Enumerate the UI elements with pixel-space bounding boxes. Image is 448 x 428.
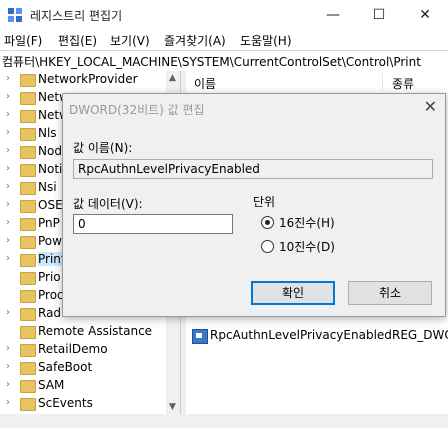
column-divider[interactable]	[382, 73, 383, 91]
chevron-right-icon[interactable]: ›	[6, 163, 10, 174]
tree-item[interactable]: › SAM	[0, 377, 180, 395]
folder-icon	[20, 380, 36, 393]
menu-help[interactable]: 도움말(H)	[240, 32, 292, 49]
menu-view[interactable]: 보기(V)	[110, 32, 150, 49]
chevron-right-icon[interactable]: ›	[6, 109, 10, 120]
folder-icon	[20, 164, 36, 177]
chevron-right-icon[interactable]: ›	[6, 91, 10, 102]
maximize-button[interactable]: ☐	[356, 0, 402, 30]
list-header: 이름 종류	[186, 71, 448, 94]
scroll-down-icon[interactable]: ▼	[169, 402, 176, 412]
folder-icon	[20, 272, 36, 285]
chevron-right-icon[interactable]: ›	[6, 253, 10, 264]
folder-icon	[20, 308, 36, 321]
folder-icon	[20, 290, 36, 303]
tree-item[interactable]: Remote Assistance	[0, 323, 180, 341]
hex-radio[interactable]	[261, 216, 274, 229]
folder-icon	[20, 254, 36, 267]
folder-icon	[20, 92, 36, 105]
chevron-right-icon[interactable]: ›	[6, 379, 10, 390]
registry-editor-icon	[8, 8, 22, 22]
folder-icon	[20, 110, 36, 123]
tree-item[interactable]: › ScEvents	[0, 395, 180, 413]
folder-icon	[20, 326, 36, 339]
folder-icon	[20, 182, 36, 195]
chevron-right-icon[interactable]: ›	[6, 73, 10, 84]
tree-item[interactable]: › NetworkProvider	[0, 71, 180, 89]
close-button[interactable]: ✕	[402, 0, 448, 30]
chevron-right-icon[interactable]: ›	[6, 361, 10, 372]
address-path: 컴퓨터\HKEY_LOCAL_MACHINE\SYSTEM\CurrentCon…	[2, 55, 421, 69]
chevron-right-icon[interactable]: ›	[6, 397, 10, 408]
chevron-right-icon[interactable]: ›	[6, 181, 10, 192]
edit-dword-dialog: DWORD(32비트) 값 편집 ✕ 값 이름(N): RpcAuthnLeve…	[62, 93, 446, 317]
folder-icon	[20, 128, 36, 141]
folder-icon	[20, 200, 36, 213]
base-group-label: 단위	[253, 195, 276, 209]
folder-icon	[20, 344, 36, 357]
tree-item[interactable]: › RetailDemo	[0, 341, 180, 359]
value-name-field[interactable]: RpcAuthnLevelPrivacyEnabled	[73, 159, 433, 179]
hex-radio-label[interactable]: 16진수(H)	[279, 214, 335, 231]
address-bar[interactable]: 컴퓨터\HKEY_LOCAL_MACHINE\SYSTEM\CurrentCon…	[0, 50, 448, 72]
chevron-right-icon[interactable]: ›	[6, 145, 10, 156]
window-title: 레지스트리 편집기	[30, 9, 123, 23]
folder-icon	[20, 236, 36, 249]
cancel-button[interactable]: 취소	[348, 281, 432, 305]
ok-button[interactable]: 확인	[251, 281, 335, 305]
menu-bar: 파일(F) 편집(E) 보기(V) 즐겨찾기(A) 도움말(H)	[0, 30, 448, 50]
chevron-right-icon[interactable]: ›	[6, 235, 10, 246]
menu-favorites[interactable]: 즐겨찾기(A)	[164, 32, 226, 49]
chevron-right-icon[interactable]: ›	[6, 343, 10, 354]
reg-dword-icon	[192, 329, 208, 344]
column-name-header[interactable]: 이름	[194, 75, 216, 92]
chevron-right-icon[interactable]: ›	[6, 199, 10, 210]
folder-icon	[20, 362, 36, 375]
horizontal-scrollbar[interactable]	[0, 414, 448, 428]
folder-icon	[20, 218, 36, 231]
menu-file[interactable]: 파일(F)	[4, 32, 42, 49]
chevron-right-icon[interactable]: ›	[6, 127, 10, 138]
chevron-right-icon[interactable]: ›	[6, 307, 10, 318]
menu-edit[interactable]: 편집(E)	[58, 32, 97, 49]
value-data-input[interactable]: 0	[73, 214, 233, 234]
folder-icon	[20, 74, 36, 87]
tree-item[interactable]: › SafeBoot	[0, 359, 180, 377]
value-name-label: 값 이름(N):	[73, 141, 133, 155]
folder-icon	[20, 398, 36, 411]
column-type-header[interactable]: 종류	[392, 75, 414, 92]
chevron-right-icon[interactable]: ›	[6, 217, 10, 228]
dialog-close-icon[interactable]: ✕	[424, 97, 437, 116]
value-data-label: 값 데이터(V):	[73, 197, 143, 211]
dialog-title: DWORD(32비트) 값 편집	[69, 103, 205, 117]
folder-icon	[20, 146, 36, 159]
title-bar: 레지스트리 편집기 — ☐ ✕	[0, 0, 448, 30]
minimize-button[interactable]: —	[310, 0, 356, 30]
scroll-up-icon[interactable]: ▲	[169, 73, 176, 83]
dec-radio-label[interactable]: 10진수(D)	[279, 238, 335, 255]
dec-radio[interactable]	[261, 240, 274, 253]
